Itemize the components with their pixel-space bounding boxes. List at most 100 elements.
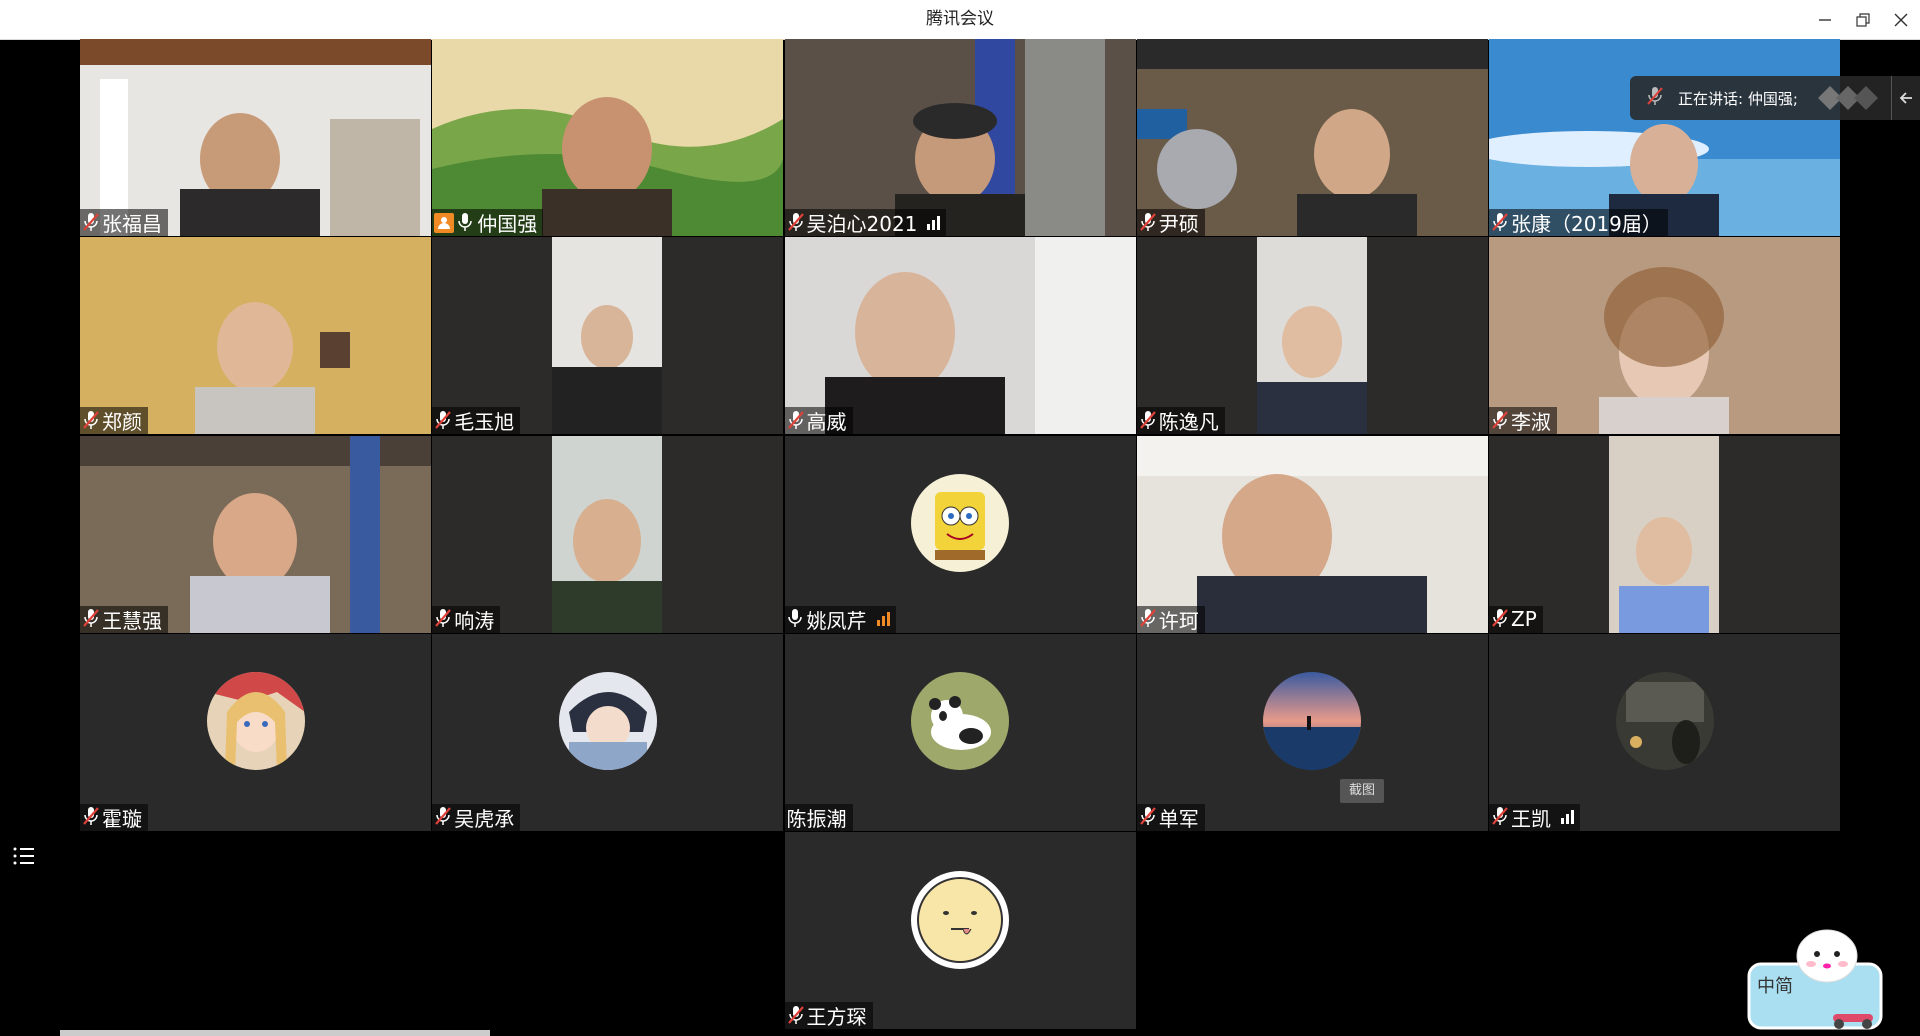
smiley-face-avatar xyxy=(911,870,1009,969)
participant-name: 尹硕 xyxy=(1158,212,1199,236)
participant-tile[interactable]: 张康（2019届） xyxy=(1489,39,1840,236)
participant-name-bar: 尹硕 xyxy=(1136,209,1205,236)
participant-name: 郑颜 xyxy=(102,410,142,435)
signal-strength-icon xyxy=(876,612,890,626)
anime-girl-avatar xyxy=(206,672,305,771)
participant-name-bar: 高威 xyxy=(784,407,853,435)
participant-name: 王凯 xyxy=(1511,806,1551,831)
muted-mic-icon xyxy=(434,806,452,828)
muted-mic-icon xyxy=(434,608,452,630)
input-method-mascot[interactable]: 中简 xyxy=(1745,920,1885,1032)
muted-mic-icon xyxy=(1491,212,1509,234)
close-icon[interactable] xyxy=(1882,0,1920,39)
collapse-arrow-icon[interactable] xyxy=(1891,76,1920,120)
participant-tile[interactable]: 霍璇 xyxy=(80,633,431,831)
participant-name: 单军 xyxy=(1158,806,1199,831)
participant-tile[interactable]: 郑颜 xyxy=(80,237,431,435)
screenshot-tooltip: 截图 xyxy=(1340,779,1384,803)
sunset-sea-avatar xyxy=(1263,672,1362,771)
participant-name-bar: 王方琛 xyxy=(784,1002,873,1029)
muted-mic-icon xyxy=(1139,608,1157,630)
participant-name-bar: 陈振潮 xyxy=(784,803,853,831)
participant-tile[interactable]: 高威 xyxy=(784,237,1136,435)
participant-tile[interactable]: 许珂 xyxy=(1136,435,1488,633)
participant-name-bar: 王凯 xyxy=(1489,803,1580,831)
muted-mic-icon xyxy=(1491,608,1509,630)
muted-mic-icon xyxy=(82,806,100,828)
participant-tile[interactable]: 单军 xyxy=(1136,633,1488,831)
participant-name-bar: 霍璇 xyxy=(80,803,148,831)
muted-mic-icon xyxy=(82,608,100,630)
participant-name-bar: 张福昌 xyxy=(80,209,168,236)
participant-tile[interactable]: 陈逸凡 xyxy=(1136,237,1488,435)
muted-mic-icon xyxy=(1646,86,1664,110)
spongebob-avatar xyxy=(911,474,1009,572)
participant-name-bar: 许珂 xyxy=(1136,605,1205,633)
speaker-thumbnails xyxy=(1817,86,1878,110)
horizontal-scrollbar[interactable] xyxy=(60,1030,490,1036)
participant-name: 李淑 xyxy=(1511,410,1551,435)
participant-tile[interactable]: 陈振潮 xyxy=(784,633,1136,831)
participant-grid: 张福昌 仲国强 吴泊心2021 尹硕 张康（2019届） 郑颜 毛玉旭 高威 陈逸凡 李淑王慧强 响… xyxy=(80,39,1840,1029)
signal-strength-icon xyxy=(927,215,941,230)
mascot-label: 中简 xyxy=(1757,976,1793,997)
speaking-indicator[interactable]: 正在讲话: 仲国强; xyxy=(1630,76,1920,120)
restore-icon[interactable] xyxy=(1844,0,1882,39)
participant-name: 陈逸凡 xyxy=(1158,410,1219,435)
anime-boy-avatar xyxy=(558,672,657,771)
muted-mic-icon xyxy=(434,410,452,432)
participant-tile[interactable]: 李淑 xyxy=(1489,237,1840,435)
muted-mic-icon xyxy=(82,212,100,234)
muted-mic-icon xyxy=(1491,410,1509,432)
participant-name: 许珂 xyxy=(1158,608,1199,633)
participant-name-bar: 张康（2019届） xyxy=(1489,209,1668,236)
participant-name: 张康（2019届） xyxy=(1511,212,1662,236)
participant-name-bar: 郑颜 xyxy=(80,407,148,435)
participant-name: 霍璇 xyxy=(102,806,142,831)
participant-name: 姚凤芹 xyxy=(806,608,867,633)
participant-tile[interactable]: 张福昌 xyxy=(80,39,431,236)
participant-name: 张福昌 xyxy=(102,212,162,236)
muted-mic-icon xyxy=(1139,410,1157,432)
mic-icon xyxy=(457,212,475,234)
member-list-icon[interactable] xyxy=(12,845,36,867)
panda-avatar xyxy=(911,672,1009,771)
speaking-label: 正在讲话: 仲国强; xyxy=(1678,89,1798,108)
participant-name-bar: 吴泊心2021 xyxy=(784,209,947,236)
participant-tile[interactable]: ZP xyxy=(1489,435,1840,633)
signal-strength-icon xyxy=(1561,810,1574,825)
participant-name-bar: 单军 xyxy=(1136,803,1205,831)
muted-mic-icon xyxy=(1491,806,1509,828)
participant-tile[interactable]: 吴泊心2021 xyxy=(784,39,1136,236)
participant-name: 吴虎承 xyxy=(454,806,515,831)
muted-mic-icon xyxy=(787,212,805,234)
participant-name: 毛玉旭 xyxy=(454,410,515,435)
participant-tile[interactable]: 王方琛 xyxy=(784,832,1136,1029)
muted-mic-icon xyxy=(82,410,100,432)
participant-tile[interactable]: 尹硕 xyxy=(1136,39,1488,236)
participant-name-bar: 姚凤芹 xyxy=(784,605,896,633)
participant-tile[interactable]: 王慧强 xyxy=(80,435,431,633)
muted-mic-icon xyxy=(1139,806,1157,828)
participant-name: ZP xyxy=(1511,607,1537,631)
muted-mic-icon xyxy=(787,1005,805,1027)
participant-name: 王慧强 xyxy=(102,608,162,633)
participant-name: 高威 xyxy=(806,410,847,435)
participant-tile[interactable]: 吴虎承 xyxy=(432,633,784,831)
participant-name-bar: 仲国强 xyxy=(432,209,544,236)
participant-name-bar: 吴虎承 xyxy=(432,803,521,831)
participant-tile[interactable]: 仲国强 xyxy=(432,39,784,236)
participant-name-bar: 毛玉旭 xyxy=(432,407,521,435)
participant-tile[interactable]: 姚凤芹 xyxy=(784,435,1136,633)
mic-icon xyxy=(787,608,805,630)
muted-mic-icon xyxy=(1139,212,1157,234)
participant-name: 吴泊心2021 xyxy=(806,212,918,236)
participant-name-bar: 王慧强 xyxy=(80,605,168,633)
participant-name: 王方琛 xyxy=(806,1005,867,1029)
participant-tile[interactable]: 王凯 xyxy=(1489,633,1840,831)
dark-room-avatar xyxy=(1615,672,1714,771)
host-icon xyxy=(434,212,455,233)
participant-tile[interactable]: 毛玉旭 xyxy=(432,237,784,435)
participant-tile[interactable]: 响涛 xyxy=(432,435,784,633)
minimize-icon[interactable] xyxy=(1806,0,1844,39)
